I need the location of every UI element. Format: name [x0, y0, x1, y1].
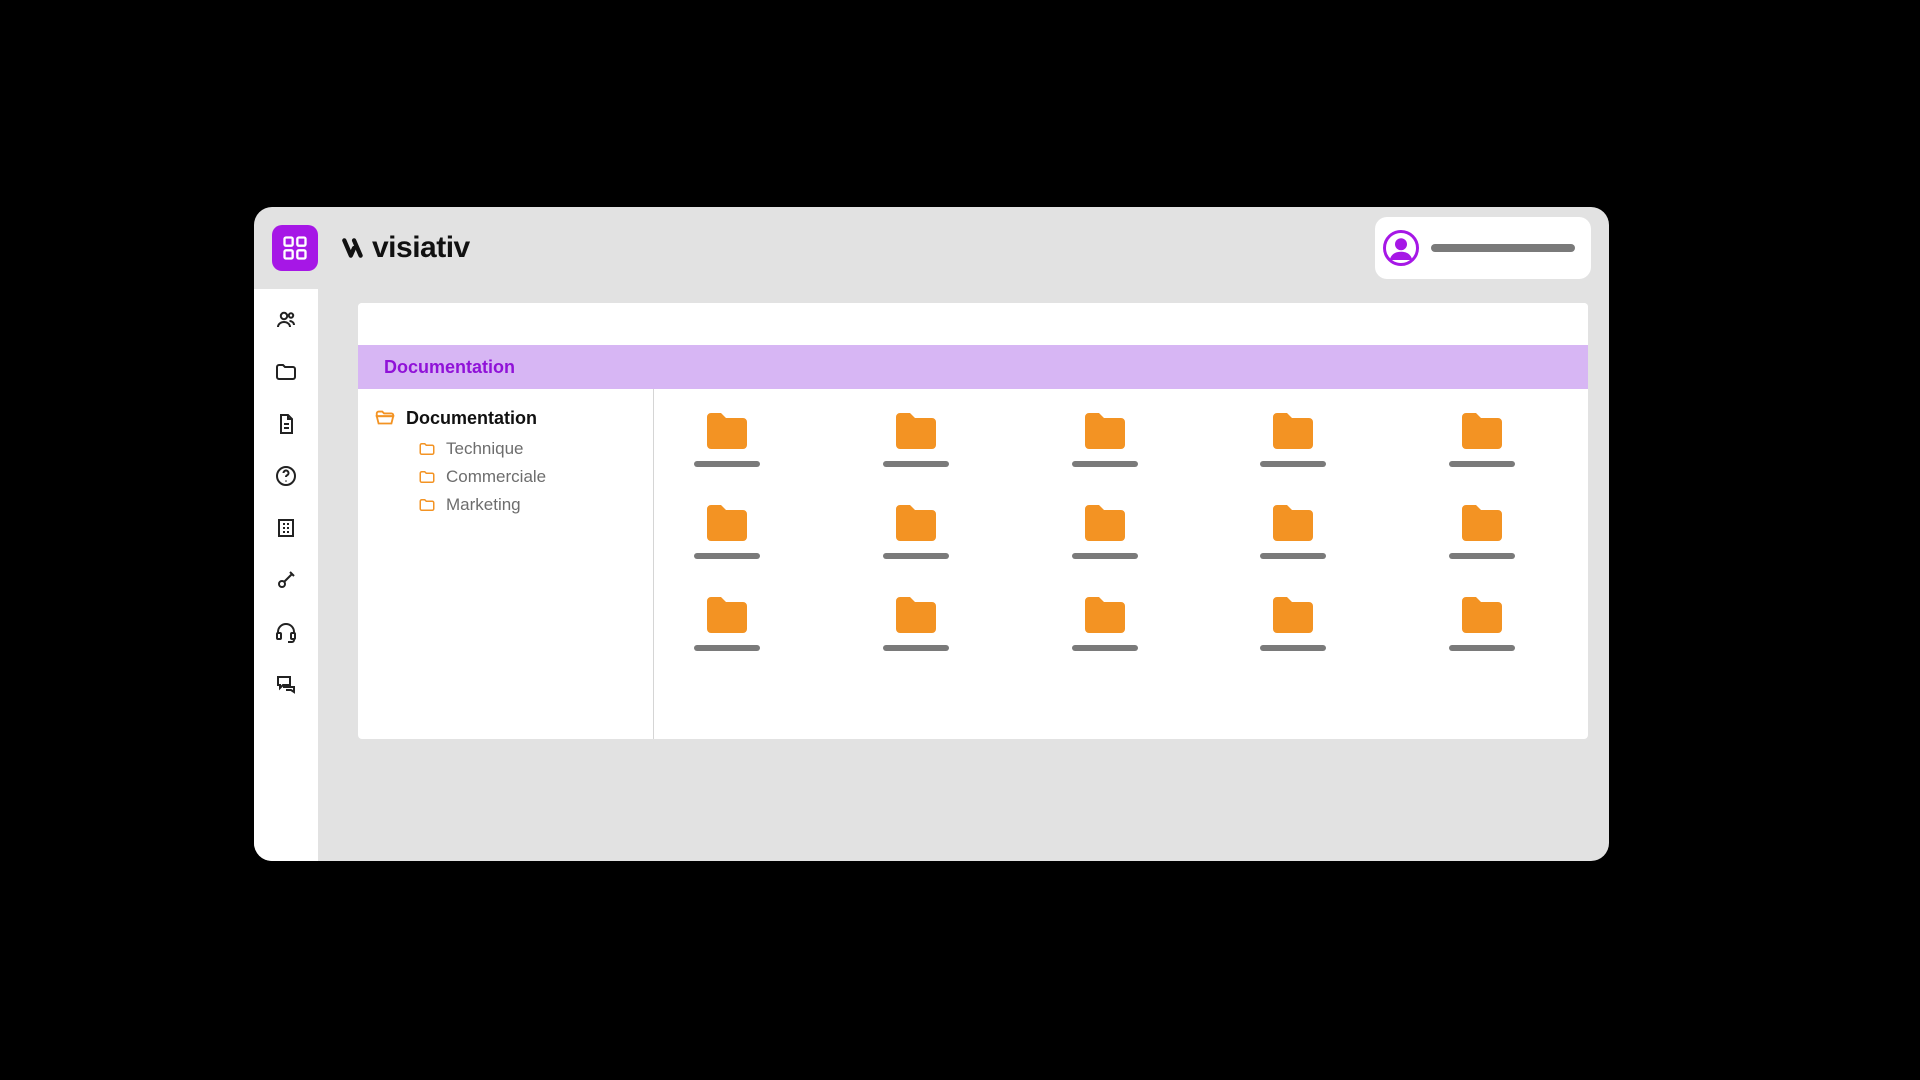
tools-icon	[274, 568, 298, 592]
folder-label-placeholder	[1449, 461, 1515, 467]
folder-label-placeholder	[1072, 645, 1138, 651]
folder-item[interactable]	[1072, 411, 1138, 467]
folder-label-placeholder	[1260, 553, 1326, 559]
folder-solid-icon	[1268, 595, 1318, 635]
folder-icon	[418, 496, 436, 514]
tree-child-technique[interactable]: Technique	[418, 439, 637, 459]
folder-label-placeholder	[694, 461, 760, 467]
folder-solid-icon	[1268, 411, 1318, 451]
folder-item[interactable]	[883, 595, 949, 651]
folder-item[interactable]	[694, 503, 760, 559]
avatar-icon	[1383, 230, 1419, 266]
folder-solid-icon	[702, 595, 752, 635]
folder-open-icon	[374, 407, 396, 429]
folder-solid-icon	[891, 411, 941, 451]
folder-label-placeholder	[883, 645, 949, 651]
help-icon	[274, 464, 298, 488]
tree-child-label: Marketing	[446, 495, 521, 515]
document-icon	[274, 412, 298, 436]
sidebar	[254, 289, 318, 861]
user-name-placeholder	[1431, 244, 1575, 252]
folder-label-placeholder	[1449, 553, 1515, 559]
folder-solid-icon	[702, 411, 752, 451]
folder-item[interactable]	[1449, 595, 1515, 651]
headset-icon	[274, 620, 298, 644]
folder-solid-icon	[1457, 595, 1507, 635]
folder-solid-icon	[1080, 595, 1130, 635]
card-top	[358, 303, 1588, 345]
folder-item[interactable]	[1449, 503, 1515, 559]
tree-child-marketing[interactable]: Marketing	[418, 495, 637, 515]
folder-item[interactable]	[1072, 503, 1138, 559]
folder-item[interactable]	[1260, 411, 1326, 467]
folder-label-placeholder	[883, 461, 949, 467]
header: visiativ	[254, 207, 1609, 289]
folder-solid-icon	[891, 595, 941, 635]
users-icon	[274, 308, 298, 332]
folder-item[interactable]	[1260, 595, 1326, 651]
grid-panel	[654, 389, 1588, 739]
folder-label-placeholder	[1072, 461, 1138, 467]
apps-button[interactable]	[272, 225, 318, 271]
folder-solid-icon	[1080, 411, 1130, 451]
folder-item[interactable]	[694, 411, 760, 467]
folder-label-placeholder	[1260, 645, 1326, 651]
tree-child-commerciale[interactable]: Commerciale	[418, 467, 637, 487]
folder-item[interactable]	[1449, 411, 1515, 467]
sidebar-item-building[interactable]	[273, 515, 299, 541]
sidebar-item-document[interactable]	[273, 411, 299, 437]
folder-solid-icon	[702, 503, 752, 543]
folder-item[interactable]	[694, 595, 760, 651]
folder-label-placeholder	[883, 553, 949, 559]
tree-child-label: Commerciale	[446, 467, 546, 487]
building-icon	[274, 516, 298, 540]
folder-label-placeholder	[1260, 461, 1326, 467]
folder-solid-icon	[1457, 503, 1507, 543]
folder-label-placeholder	[694, 553, 760, 559]
folder-item[interactable]	[1260, 503, 1326, 559]
grid-icon	[281, 234, 309, 262]
folder-label-placeholder	[694, 645, 760, 651]
logo-mark-icon	[340, 235, 366, 261]
tree-child-label: Technique	[446, 439, 524, 459]
chat-icon	[274, 672, 298, 696]
folder-icon	[274, 360, 298, 384]
tree-panel: Documentation Technique Commerciale	[358, 389, 654, 739]
tree-root[interactable]: Documentation	[374, 407, 637, 429]
folder-solid-icon	[1268, 503, 1318, 543]
folder-icon	[418, 468, 436, 486]
sidebar-item-users[interactable]	[273, 307, 299, 333]
folder-item[interactable]	[1072, 595, 1138, 651]
logo: visiativ	[340, 231, 470, 265]
folder-solid-icon	[1080, 503, 1130, 543]
tree-children: Technique Commerciale Marketing	[418, 439, 637, 515]
folder-item[interactable]	[883, 411, 949, 467]
sidebar-item-help[interactable]	[273, 463, 299, 489]
tree-root-label: Documentation	[406, 408, 537, 429]
folder-label-placeholder	[1449, 645, 1515, 651]
card-body: Documentation Technique Commerciale	[358, 389, 1588, 739]
content: Documentation Documentation	[318, 289, 1609, 861]
sidebar-item-chat[interactable]	[273, 671, 299, 697]
folder-solid-icon	[891, 503, 941, 543]
breadcrumb-label: Documentation	[384, 357, 515, 378]
sidebar-item-tools[interactable]	[273, 567, 299, 593]
sidebar-item-support[interactable]	[273, 619, 299, 645]
user-menu[interactable]	[1375, 217, 1591, 279]
sidebar-item-folder[interactable]	[273, 359, 299, 385]
card: Documentation Documentation	[358, 303, 1588, 739]
breadcrumb: Documentation	[358, 345, 1588, 389]
folder-solid-icon	[1457, 411, 1507, 451]
folder-icon	[418, 440, 436, 458]
brand-name: visiativ	[372, 231, 470, 265]
app-window: visiativ	[254, 207, 1609, 861]
body: Documentation Documentation	[254, 289, 1609, 861]
folder-grid	[694, 411, 1548, 651]
folder-label-placeholder	[1072, 553, 1138, 559]
folder-item[interactable]	[883, 503, 949, 559]
